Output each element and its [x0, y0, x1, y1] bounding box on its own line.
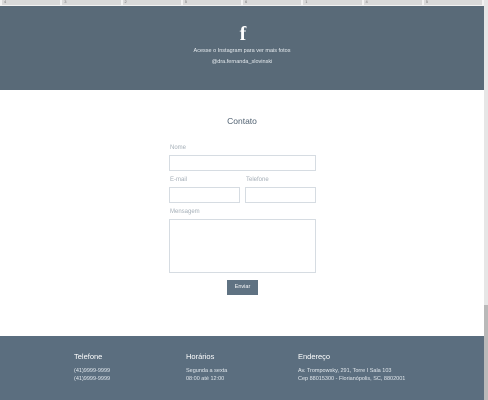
name-label: Nome	[170, 145, 187, 151]
phone-label: Telefone	[246, 177, 269, 183]
message-label: Mensagem	[170, 209, 200, 215]
instagram-cta[interactable]: Acesse o Instagram para ver mais fotos	[0, 48, 484, 54]
gallery-thumbnail[interactable]: 1	[303, 0, 362, 5]
gallery-thumbnail[interactable]: 4	[2, 0, 61, 5]
footer-hours: Horários Segunda a sexta 08:00 até 12:00	[186, 352, 227, 383]
email-field[interactable]	[169, 187, 240, 203]
instagram-section: f Acesse o Instagram para ver mais fotos…	[0, 6, 484, 90]
hours-line: 08:00 até 12:00	[186, 376, 225, 382]
footer-address-heading: Endereço	[298, 352, 331, 361]
scrollbar-thumb[interactable]	[484, 305, 488, 400]
gallery-thumbnail[interactable]: 3	[62, 0, 121, 5]
footer-address: Endereço Av. Trompowsky, 291, Torre I Sa…	[298, 352, 405, 383]
footer-hours-heading: Horários	[186, 352, 215, 361]
footer-phone: Telefone (41)9999-9999 (41)9999-9999	[74, 352, 110, 383]
hours-line: Segunda a sexta	[186, 368, 228, 374]
address-line: Av. Trompowsky, 291, Torre I Sala 103	[298, 368, 392, 374]
phone-number[interactable]: (41)9999-9999	[74, 367, 110, 375]
contact-title: Contato	[227, 116, 257, 126]
gallery-thumbnail[interactable]: 5	[423, 0, 482, 5]
send-button[interactable]: Enviar	[227, 280, 258, 295]
instagram-handle[interactable]: @dra.fernanda_slovinski	[0, 59, 484, 65]
facebook-icon[interactable]: f	[238, 24, 248, 44]
gallery-thumbnail[interactable]: 4	[363, 0, 422, 5]
gallery-thumbnail[interactable]: 2	[122, 0, 181, 5]
address-line: Cep 88015300 - Florianópolis, SC, 880200…	[298, 376, 406, 382]
footer: Telefone (41)9999-9999 (41)9999-9999 Hor…	[0, 336, 484, 400]
gallery-thumbnail[interactable]: 6	[243, 0, 302, 5]
email-label: E-mail	[170, 177, 188, 183]
message-textarea[interactable]	[169, 219, 316, 273]
footer-phone-heading: Telefone	[74, 352, 103, 361]
phone-number[interactable]: (41)9999-9999	[74, 375, 110, 383]
phone-field[interactable]	[245, 187, 316, 203]
name-field[interactable]	[169, 155, 316, 171]
gallery-thumbnail[interactable]: 5	[182, 0, 241, 5]
